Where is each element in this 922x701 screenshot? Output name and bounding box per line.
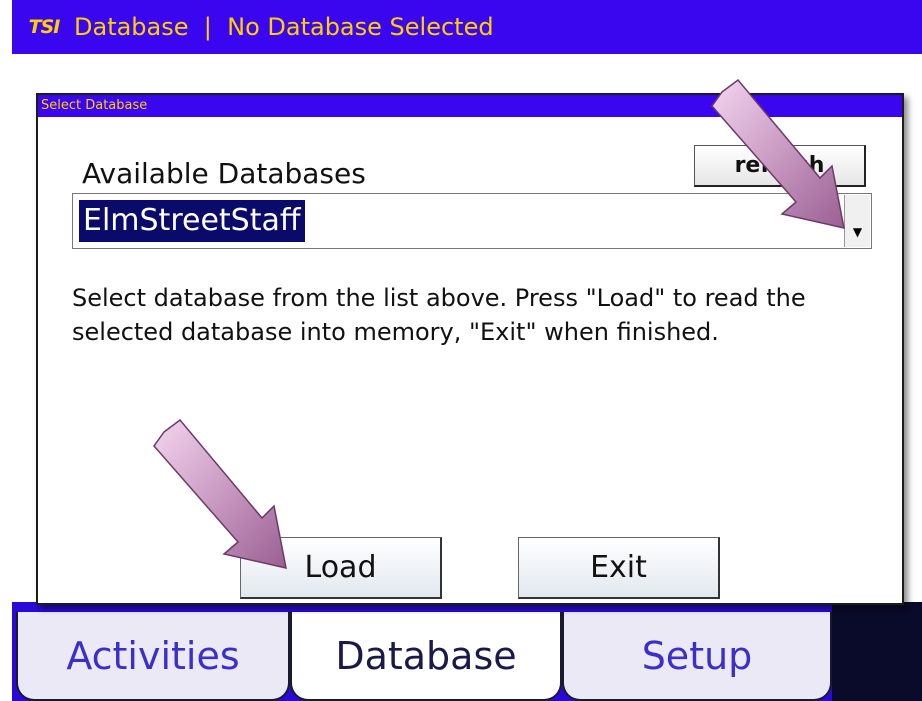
- tab-activities[interactable]: Activities: [16, 612, 290, 701]
- load-button-label: Load: [304, 550, 377, 585]
- tab-database-label: Database: [335, 633, 517, 678]
- screen: TSI Database | No Database Selected Acti…: [0, 0, 922, 701]
- device-window: TSI Database | No Database Selected Acti…: [12, 0, 922, 701]
- exit-button-label: Exit: [590, 550, 647, 585]
- tsi-logo-icon: TSI: [28, 16, 61, 38]
- refresh-button[interactable]: refresh: [694, 145, 866, 187]
- exit-button[interactable]: Exit: [518, 537, 720, 599]
- available-databases-label: Available Databases: [82, 157, 366, 190]
- app-title: Database | No Database Selected: [74, 13, 494, 41]
- select-database-dialog: Select Database Available Databases refr…: [36, 93, 904, 605]
- database-dropdown[interactable]: ElmStreetStaff ▼: [72, 193, 872, 249]
- chevron-down-icon[interactable]: ▼: [844, 195, 870, 247]
- app-titlebar: TSI Database | No Database Selected: [12, 0, 922, 54]
- instructions-text: Select database from the list above. Pre…: [72, 284, 806, 346]
- load-button[interactable]: Load: [240, 537, 442, 599]
- selected-database: ElmStreetStaff: [79, 200, 305, 242]
- tab-setup-label: Setup: [641, 633, 753, 678]
- tab-bar-filler: [832, 602, 922, 701]
- dialog-title: Select Database: [38, 95, 902, 117]
- tab-database[interactable]: Database: [290, 612, 562, 701]
- tab-activities-label: Activities: [66, 633, 240, 678]
- tab-setup[interactable]: Setup: [562, 612, 832, 701]
